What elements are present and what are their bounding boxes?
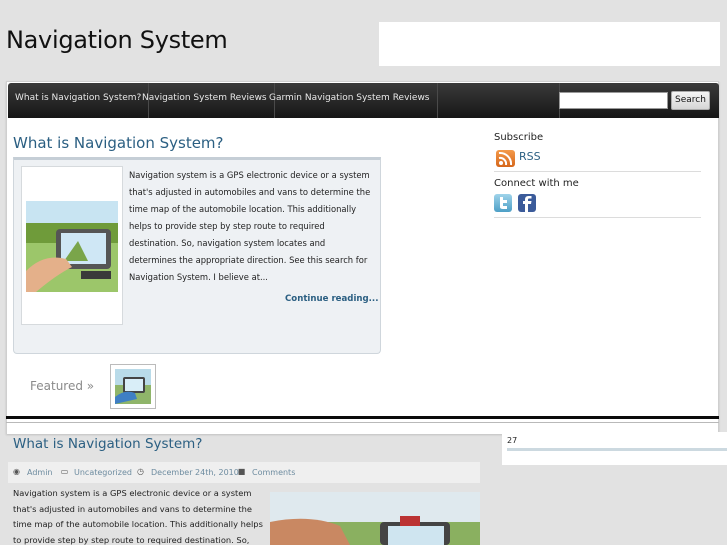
nav-item-garmin-reviews[interactable]: Garmin Navigation System Reviews [262, 83, 438, 118]
header-banner [379, 22, 720, 66]
twitter-icon[interactable] [494, 194, 512, 212]
sidebar-progress-bar [507, 448, 727, 451]
container-bottom-rule [6, 422, 719, 423]
clock-icon: ◷ [137, 467, 144, 476]
gps-device-image[interactable] [26, 201, 118, 292]
rss-icon[interactable] [496, 150, 515, 167]
search-button[interactable]: Search [671, 91, 710, 110]
featured-thumbnail-image [115, 369, 151, 404]
user-icon: ◉ [13, 467, 20, 476]
sidebar-count: 27 [507, 436, 518, 445]
post-excerpt: Navigation system is a GPS electronic de… [129, 170, 371, 282]
post2-date: December 24th, 2010 [151, 468, 239, 477]
sidebar-divider [494, 171, 701, 172]
post2-gps-image[interactable] [270, 492, 480, 545]
post2-author[interactable]: Admin [27, 468, 53, 477]
subscribe-heading: Subscribe [494, 132, 544, 143]
post2-title[interactable]: What is Navigation System? [13, 436, 202, 452]
search-input[interactable] [559, 92, 668, 109]
connect-heading: Connect with me [494, 178, 579, 189]
nav-item-reviews[interactable]: Navigation System Reviews [135, 83, 275, 118]
featured-thumbnail[interactable] [110, 364, 156, 409]
site-title[interactable]: Navigation System [6, 26, 228, 54]
container-bottom-border [6, 416, 719, 419]
post2-meta-bar: ◉ Admin ▭ Uncategorized ◷ December 24th,… [8, 462, 480, 483]
post2-category[interactable]: Uncategorized [74, 468, 132, 477]
post2-comments-link[interactable]: Comments [252, 468, 295, 477]
featured-label: Featured » [30, 379, 95, 393]
post-title[interactable]: What is Navigation System? [13, 134, 224, 152]
comment-icon: ■ [237, 467, 246, 476]
continue-reading-link[interactable]: Continue reading... [285, 294, 378, 304]
rss-link[interactable]: RSS [519, 150, 541, 163]
post2-text: Navigation system is a GPS electronic de… [13, 488, 263, 545]
facebook-icon[interactable] [518, 194, 536, 212]
folder-icon: ▭ [60, 467, 69, 476]
nav-item-what-is[interactable]: What is Navigation System? [8, 83, 150, 118]
sidebar-divider [494, 217, 701, 218]
